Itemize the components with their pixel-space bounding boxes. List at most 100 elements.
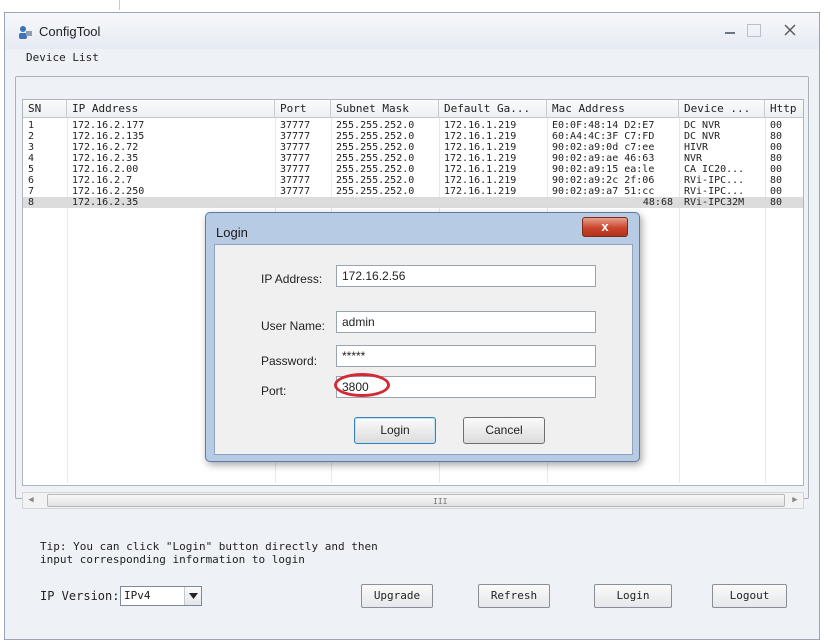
cell-http: 00	[770, 142, 783, 153]
cell-device: DC NVR	[684, 131, 721, 142]
logout-button[interactable]: Logout	[712, 584, 787, 608]
column-header-port[interactable]: Port	[275, 100, 331, 118]
cell-subnet: 255.255.252.0	[336, 131, 415, 142]
cell-http: 00	[770, 120, 783, 131]
scrollbar-thumb[interactable]: III	[47, 494, 785, 507]
cell-gateway: 172.16.1.219	[444, 142, 517, 153]
ip-address-input[interactable]: 172.16.2.56	[336, 265, 596, 287]
table-row[interactable]: 2 172.16.2.135 37777 255.255.252.0 172.1…	[23, 131, 803, 142]
scroll-right-icon[interactable]: ▶	[787, 493, 803, 508]
cell-sn: 5	[28, 164, 35, 175]
cell-device: RVi-IPC...	[684, 175, 745, 186]
cell-mac: 90:02:a9:0d c7:ee	[552, 142, 655, 153]
column-header-ip[interactable]: IP Address	[67, 100, 275, 118]
cell-mac: 90:02:a9:2c 2f:06	[552, 175, 655, 186]
cell-mac: 90:02:a9:15 ea:le	[552, 164, 655, 175]
cell-subnet: 255.255.252.0	[336, 186, 415, 197]
port-highlight-circle	[334, 373, 390, 397]
cell-ip: 172.16.2.72	[72, 142, 139, 153]
table-row-selected[interactable]: 8 172.16.2.35 48:68 RVi-IPC32M 80	[23, 197, 803, 208]
user-name-input[interactable]: admin	[336, 311, 596, 333]
refresh-button[interactable]: Refresh	[478, 584, 550, 608]
password-label: Password:	[261, 354, 318, 368]
cell-sn: 1	[28, 120, 35, 131]
password-input[interactable]: *****	[336, 345, 596, 367]
table-row[interactable]: 7 172.16.2.250 37777 255.255.252.0 172.1…	[23, 186, 803, 197]
upgrade-button[interactable]: Upgrade	[361, 584, 433, 608]
cell-subnet: 255.255.252.0	[336, 153, 415, 164]
cell-ip: 172.16.2.7	[72, 175, 133, 186]
cell-sn: 7	[28, 186, 35, 197]
table-header: SN IP Address Port Subnet Mask Default G…	[23, 100, 803, 118]
cell-ip: 172.16.2.35	[72, 153, 139, 164]
dialog-cancel-button[interactable]: Cancel	[463, 417, 545, 444]
cell-port: 37777	[280, 175, 311, 186]
device-list-label: Device List	[22, 51, 103, 64]
scroll-left-icon[interactable]: ◀	[23, 493, 39, 508]
dialog-login-button[interactable]: Login	[354, 417, 436, 444]
cell-http: 00	[770, 186, 783, 197]
column-header-subnet[interactable]: Subnet Mask	[331, 100, 439, 118]
dialog-close-icon[interactable]: x	[582, 217, 628, 237]
cell-ip: 172.16.2.177	[72, 120, 145, 131]
table-row[interactable]: 3 172.16.2.72 37777 255.255.252.0 172.16…	[23, 142, 803, 153]
cell-mac: 48:68	[642, 197, 673, 208]
cell-device: NVR	[684, 153, 703, 164]
cell-sn: 3	[28, 142, 35, 153]
column-header-device[interactable]: Device ...	[679, 100, 765, 118]
cell-mac: 90:02:a9:a7 51:cc	[552, 186, 655, 197]
tip-text: Tip: You can click "Login" button direct…	[40, 540, 378, 566]
cell-sn: 8	[28, 197, 35, 208]
cell-gateway: 172.16.1.219	[444, 131, 517, 142]
cell-sn: 2	[28, 131, 35, 142]
background-strip	[0, 0, 824, 10]
ip-version-select[interactable]: IPv4	[120, 586, 202, 606]
cell-subnet: 255.255.252.0	[336, 175, 415, 186]
cell-gateway: 172.16.1.219	[444, 164, 517, 175]
cell-port: 37777	[280, 142, 311, 153]
cell-ip: 172.16.2.250	[72, 186, 145, 197]
cell-subnet: 255.255.252.0	[336, 164, 415, 175]
column-header-mac[interactable]: Mac Address	[547, 100, 679, 118]
cell-gateway: 172.16.1.219	[444, 186, 517, 197]
cell-ip: 172.16.2.00	[72, 164, 139, 175]
cell-gateway: 172.16.1.219	[444, 153, 517, 164]
minimize-icon[interactable]	[721, 22, 739, 38]
table-row[interactable]: 5 172.16.2.00 37777 255.255.252.0 172.16…	[23, 164, 803, 175]
cell-ip: 172.16.2.35	[72, 197, 139, 208]
table-row[interactable]: 6 172.16.2.7 37777 255.255.252.0 172.16.…	[23, 175, 803, 186]
dialog-title: Login	[216, 225, 248, 240]
column-header-http[interactable]: Http	[765, 100, 805, 118]
maximize-icon[interactable]	[747, 24, 761, 37]
login-dialog: Login x IP Address: 172.16.2.56 User Nam…	[205, 212, 640, 462]
column-header-sn[interactable]: SN	[23, 100, 67, 118]
cell-port: 37777	[280, 153, 311, 164]
cell-device: RVi-IPC...	[684, 186, 745, 197]
cell-sn: 6	[28, 175, 35, 186]
cell-http: 80	[770, 153, 783, 164]
port-label: Port:	[261, 384, 287, 398]
strip-divider	[119, 0, 120, 10]
column-header-gateway[interactable]: Default Ga...	[439, 100, 547, 118]
cell-device: RVi-IPC32M	[684, 197, 745, 208]
cell-gateway: 172.16.1.219	[444, 120, 517, 131]
cell-http: 80	[770, 197, 783, 208]
cell-port: 37777	[280, 164, 311, 175]
ip-address-label: IP Address:	[261, 272, 323, 286]
cell-subnet: 255.255.252.0	[336, 120, 415, 131]
cell-mac: E0:0F:48:14 D2:E7	[552, 120, 655, 131]
login-button[interactable]: Login	[594, 584, 672, 608]
horizontal-scrollbar[interactable]: ◀ III ▶	[22, 492, 804, 509]
cell-ip: 172.16.2.135	[72, 131, 145, 142]
cell-device: CA IC20...	[684, 164, 745, 175]
ip-version-label: IP Version:	[40, 589, 120, 603]
window-close-icon[interactable]	[781, 22, 799, 38]
table-row[interactable]: 4 172.16.2.35 37777 255.255.252.0 172.16…	[23, 153, 803, 164]
dropdown-arrow-icon[interactable]	[184, 587, 201, 605]
cell-port: 37777	[280, 120, 311, 131]
cell-port	[275, 197, 331, 208]
configtool-app-icon	[19, 26, 32, 39]
table-row[interactable]: 1 172.16.2.177 37777 255.255.252.0 172.1…	[23, 120, 803, 131]
cell-http: 80	[770, 175, 783, 186]
scrollbar-grip: III	[433, 497, 448, 506]
